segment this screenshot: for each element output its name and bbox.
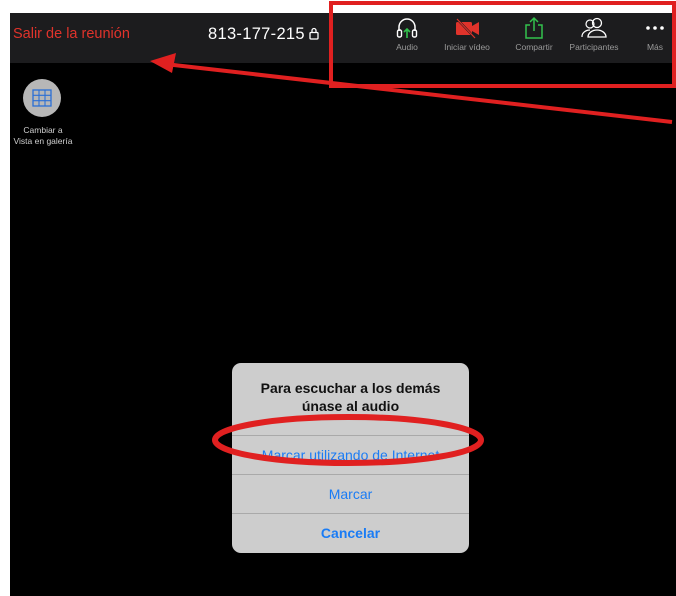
lock-icon xyxy=(309,26,319,45)
more-label: Más xyxy=(646,42,664,52)
meeting-id: 813-177-215 xyxy=(208,25,319,45)
gallery-view-label: Cambiar a Vista en galería xyxy=(10,125,76,146)
gallery-view-button[interactable] xyxy=(23,79,61,117)
share-button[interactable]: Compartir xyxy=(509,16,559,60)
participants-label: Participantes xyxy=(569,42,619,52)
meeting-id-text: 813-177-215 xyxy=(208,25,305,43)
dialog-title-line2: únase al audio xyxy=(301,398,400,414)
cancel-button[interactable]: Cancelar xyxy=(232,513,469,552)
more-icon xyxy=(646,26,664,30)
audio-button[interactable]: Audio xyxy=(392,16,422,60)
gallery-label-line2: Vista en galería xyxy=(13,135,73,146)
participants-icon xyxy=(581,17,607,38)
meeting-screen: Salir de la reunión 813-177-215 Audio In… xyxy=(10,13,676,596)
call-via-internet-button[interactable]: Marcar utilizando de Internet xyxy=(232,435,469,474)
join-audio-dialog: Para escuchar a los demás únase al audio… xyxy=(232,363,469,553)
participants-button[interactable]: Participantes xyxy=(565,16,623,60)
video-off-icon xyxy=(456,18,479,39)
share-icon xyxy=(525,16,543,39)
top-toolbar: Salir de la reunión 813-177-215 Audio In… xyxy=(10,13,676,63)
more-button[interactable]: Más xyxy=(637,16,673,60)
leave-meeting-button[interactable]: Salir de la reunión xyxy=(13,26,130,42)
start-video-label: Iniciar vídeo xyxy=(444,42,490,52)
grid-icon xyxy=(32,89,52,107)
dialog-title: Para escuchar a los demás únase al audio xyxy=(232,379,469,415)
dial-button[interactable]: Marcar xyxy=(232,474,469,513)
gallery-label-line1: Cambiar a xyxy=(23,125,63,135)
start-video-button[interactable]: Iniciar vídeo xyxy=(442,16,492,60)
dialog-title-line1: Para escuchar a los demás xyxy=(260,380,441,396)
share-label: Compartir xyxy=(515,42,553,52)
headphones-icon xyxy=(396,18,418,38)
audio-label: Audio xyxy=(396,42,418,52)
